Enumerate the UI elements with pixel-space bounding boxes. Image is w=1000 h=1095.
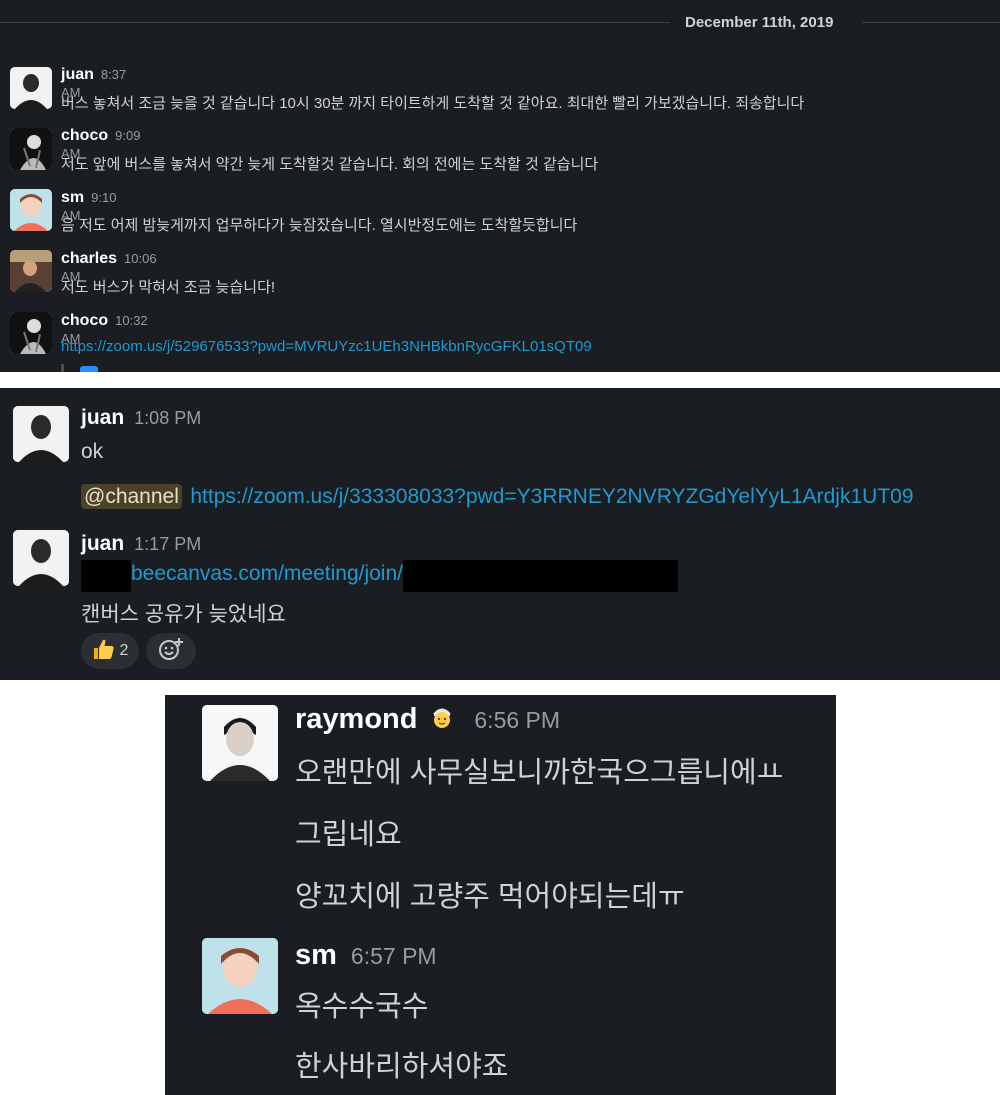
message-text: 버스 놓쳐서 조금 늦을 것 같습니다 10시 30분 까지 타이트하게 도착할… [61,95,805,112]
message-text: 한사바리하셔야죠 [295,1051,509,1083]
channel-mention[interactable]: @channel [81,484,182,509]
avatar[interactable] [13,406,69,462]
add-reaction-button[interactable] [146,633,196,669]
author-name[interactable]: sm [61,189,84,206]
message-text: ok [81,440,104,463]
zoom-icon [80,366,98,372]
thumbs-up-icon [92,637,116,666]
beecanvas-link[interactable]: beecanvas.com/meeting/join/ [131,562,403,585]
message-text: 그립네요 [295,819,402,851]
avatar[interactable] [10,67,52,109]
date-divider-line [0,22,670,23]
attachment-bar [61,364,64,372]
chat-panel-evening: raymond 6:56 PM 오랜만에 사무실보니까한국으그릅니에ㅛ 그립네요… [165,695,836,1095]
avatar[interactable] [10,312,52,354]
redaction-box [81,560,131,592]
avatar[interactable] [202,705,278,781]
avatar[interactable] [13,530,69,586]
chat-panel-morning: December 11th, 2019 juan 8:37 AM 버스 놓쳐서 조… [0,0,1000,372]
author-name[interactable]: choco [61,312,108,329]
author-name[interactable]: charles [61,250,117,267]
message-text: 양꼬치에 고량주 먹어야되는데ㅠ [295,881,685,913]
message-text: 저도 버스가 막혀서 조금 늦습니다! [61,279,276,296]
chat-panel-afternoon: juan 1:08 PM ok @channel https://zoom.us/… [0,388,1000,680]
message-timestamp[interactable]: 1:08 PM [134,408,201,428]
zoom-link[interactable]: https://zoom.us/j/333308033?pwd=Y3RRNEY2… [190,485,913,508]
message-text: 오랜만에 사무실보니까한국으그릅니에ㅛ [295,757,784,789]
message-timestamp[interactable]: 6:56 PM [474,707,560,733]
date-divider-line [862,22,1000,23]
author-name[interactable]: choco [61,127,108,144]
avatar[interactable] [10,189,52,231]
add-emoji-icon [158,636,184,667]
author-name[interactable]: juan [81,406,124,429]
author-name[interactable]: juan [61,66,94,83]
reaction-count: 2 [119,642,129,659]
author-name[interactable]: juan [81,532,124,555]
zoom-link[interactable]: https://zoom.us/j/529676533?pwd=MVRUYzc1… [61,338,592,355]
redaction-box [403,560,678,592]
message-timestamp[interactable]: 1:17 PM [134,534,201,554]
avatar[interactable] [202,938,278,1014]
status-emoji-icon [428,703,456,736]
date-divider-label[interactable]: December 11th, 2019 [685,14,833,31]
message-text: 음 저도 어제 밤늦게까지 업무하다가 늦잠잤습니다. 열시반정도에는 도착할듯… [61,217,578,234]
message-timestamp[interactable]: 6:57 PM [351,943,437,969]
author-name[interactable]: sm [295,939,337,971]
avatar[interactable] [10,250,52,292]
avatar[interactable] [10,128,52,170]
message-text: 옥수수국수 [295,991,429,1023]
reaction-thumbsup[interactable]: 2 [81,633,139,669]
message-text: 캔버스 공유가 늦었네요 [81,603,286,626]
message-text: 저도 앞에 버스를 놓쳐서 약간 늦게 도착할것 같습니다. 회의 전에는 도착… [61,156,599,173]
author-name[interactable]: raymond [295,703,417,735]
